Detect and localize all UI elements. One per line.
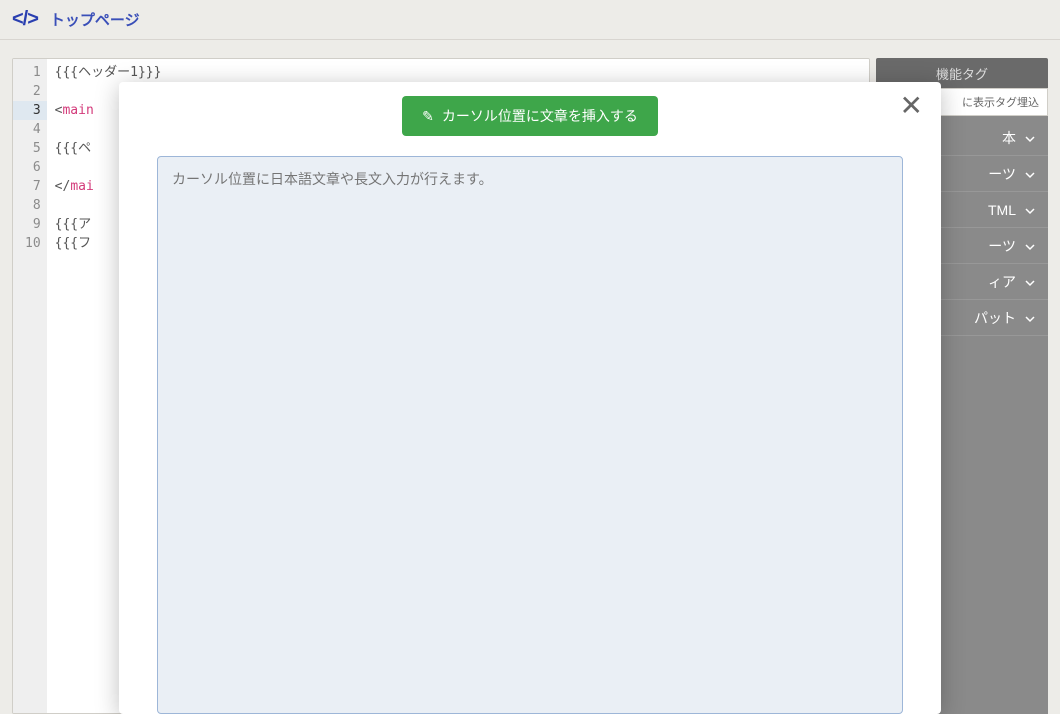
- line-number: 5: [25, 139, 41, 158]
- panel-item-label: ーツ: [988, 164, 1016, 184]
- line-gutter: 12345678910: [13, 59, 47, 713]
- panel-item-label: 本: [1002, 128, 1016, 148]
- line-number: 7: [25, 177, 41, 196]
- modal-backdrop: ✕ ✎ カーソル位置に文章を挿入する: [0, 0, 1060, 714]
- line-number: 2: [25, 82, 41, 101]
- line-number: 10: [25, 234, 41, 253]
- insert-textarea[interactable]: [157, 156, 903, 714]
- line-number: 8: [25, 196, 41, 215]
- close-icon[interactable]: ✕: [900, 92, 923, 120]
- edit-icon: ✎: [422, 108, 434, 125]
- page-title: トップページ: [50, 9, 140, 30]
- chevron-down-icon: [1024, 168, 1036, 180]
- insert-text-button[interactable]: ✎ カーソル位置に文章を挿入する: [402, 96, 658, 136]
- panel-item-label: ーツ: [988, 236, 1016, 256]
- chevron-down-icon: [1024, 276, 1036, 288]
- panel-item-label: パット: [974, 308, 1016, 328]
- line-number: 1: [25, 63, 41, 82]
- insert-button-label: カーソル位置に文章を挿入する: [442, 106, 638, 126]
- line-number: 9: [25, 215, 41, 234]
- line-number: 3: [13, 101, 47, 120]
- topbar: </> トップページ: [0, 0, 1060, 40]
- panel-item-label: ィア: [988, 272, 1016, 292]
- chevron-down-icon: [1024, 240, 1036, 252]
- chevron-down-icon: [1024, 312, 1036, 324]
- insert-text-modal: ✕ ✎ カーソル位置に文章を挿入する: [119, 82, 941, 714]
- line-number: 6: [25, 158, 41, 177]
- code-icon: </>: [12, 8, 38, 31]
- chevron-down-icon: [1024, 204, 1036, 216]
- chevron-down-icon: [1024, 132, 1036, 144]
- code-line[interactable]: {{{ヘッダー1}}}: [55, 63, 861, 82]
- panel-item-label: TML: [988, 202, 1016, 218]
- line-number: 4: [25, 120, 41, 139]
